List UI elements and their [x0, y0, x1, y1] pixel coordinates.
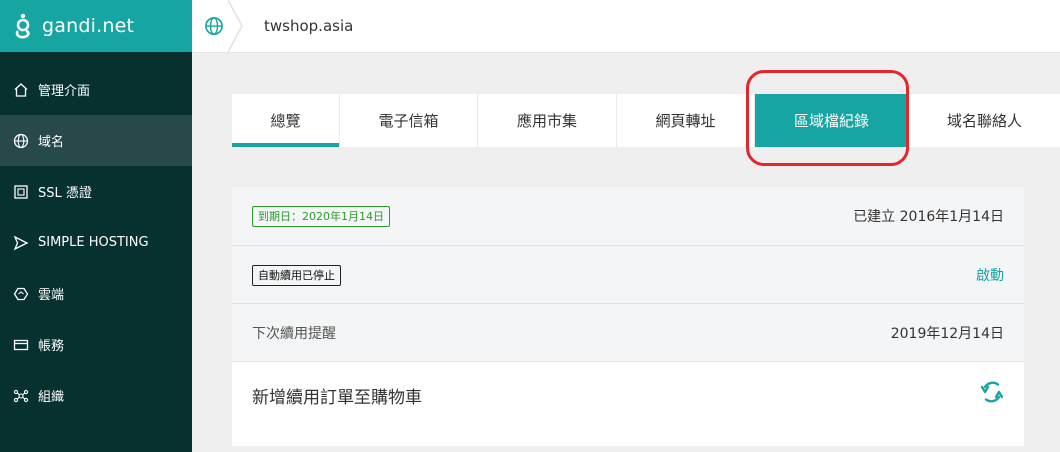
sidebar-item-label: 管理介面: [38, 84, 91, 99]
logo-bar[interactable]: gandi.net: [0, 0, 192, 52]
top-header: twshop.asia: [192, 0, 1060, 53]
sidebar-item-organizations[interactable]: 組織: [0, 370, 192, 421]
organization-icon: [12, 387, 30, 405]
sidebar: gandi.net 管理介面 域名 SSL 憑證 SIMPLE HOSTING: [0, 0, 192, 452]
created-date: 已建立 2016年1月14日: [853, 209, 1004, 225]
sidebar-item-domains[interactable]: 域名: [0, 115, 192, 166]
autorenew-status-badge: 自動續用已停止: [252, 265, 341, 286]
globe-icon: [12, 132, 30, 150]
add-renewal-row[interactable]: 新增續用訂單至購物車: [232, 362, 1024, 446]
tab-zone-records[interactable]: 區域檔紀錄: [755, 94, 909, 147]
domain-title: twshop.asia: [264, 17, 354, 35]
cloud-hexagon-icon: [12, 285, 30, 303]
renewal-reminder-label: 下次續用提醒: [252, 326, 336, 342]
renewal-reminder-date: 2019年12月14日: [890, 326, 1004, 342]
sidebar-item-label: 域名: [38, 135, 65, 150]
expiry-badge: 到期日：2020年1月14日: [252, 206, 390, 227]
home-icon: [12, 81, 30, 99]
send-icon: [12, 234, 30, 252]
sidebar-item-dashboard[interactable]: 管理介面: [0, 64, 192, 115]
credit-card-icon: [12, 336, 30, 354]
breadcrumb-separator: [228, 0, 243, 52]
sidebar-item-billing[interactable]: 帳務: [0, 319, 192, 370]
expiry-row: 到期日：2020年1月14日 已建立 2016年1月14日: [232, 187, 1024, 246]
renewal-reminder-row: 下次續用提醒 2019年12月14日: [232, 304, 1024, 362]
sidebar-item-label: SIMPLE HOSTING: [38, 235, 149, 250]
tab-email[interactable]: 電子信箱: [340, 94, 478, 147]
tab-web-forwarding[interactable]: 網頁轉址: [617, 94, 755, 147]
logo-text: gandi.net: [42, 15, 135, 37]
gandi-logo-icon: [12, 13, 34, 39]
domain-tabs: 總覽 電子信箱 應用市集 網頁轉址 區域檔紀錄 域名聯絡人: [232, 94, 1060, 147]
sidebar-item-cloud[interactable]: 雲端: [0, 268, 192, 319]
certificate-icon: [12, 183, 30, 201]
renew-icon[interactable]: [978, 378, 1006, 406]
sidebar-item-simple-hosting[interactable]: SIMPLE HOSTING: [0, 217, 192, 268]
autorenew-row: 自動續用已停止 啟動: [232, 246, 1024, 304]
tab-domain-contacts[interactable]: 域名聯絡人: [909, 94, 1060, 147]
domain-info-panel: 到期日：2020年1月14日 已建立 2016年1月14日 自動續用已停止 啟動…: [232, 187, 1024, 446]
add-renewal-label: 新增續用訂單至購物車: [252, 388, 422, 408]
sidebar-item-label: SSL 憑證: [38, 186, 92, 201]
enable-autorenew-link[interactable]: 啟動: [976, 265, 1004, 285]
sidebar-item-label: 雲端: [38, 288, 65, 303]
tab-marketplace[interactable]: 應用市集: [478, 94, 617, 147]
tab-overview[interactable]: 總覽: [232, 94, 340, 147]
sidebar-item-label: 組織: [38, 390, 65, 405]
sidebar-nav: 管理介面 域名 SSL 憑證 SIMPLE HOSTING 雲端 帳務 組織: [0, 64, 192, 421]
sidebar-item-label: 帳務: [38, 339, 65, 354]
sidebar-item-ssl[interactable]: SSL 憑證: [0, 166, 192, 217]
